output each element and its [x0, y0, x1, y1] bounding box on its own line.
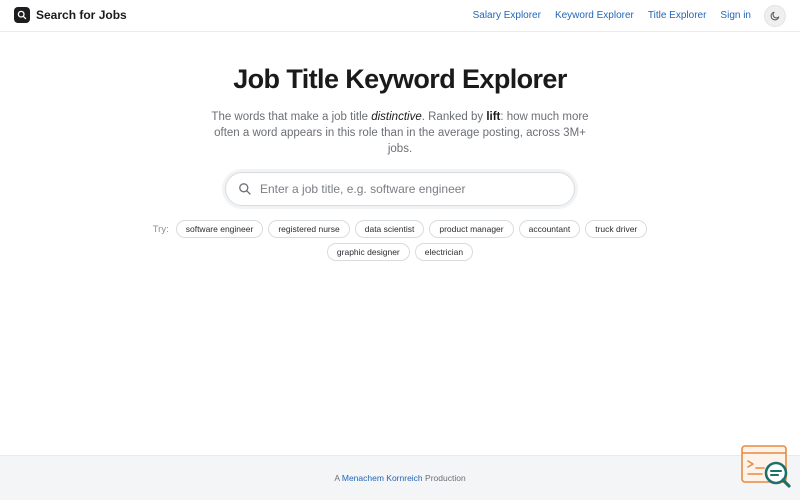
page-title: Job Title Keyword Explorer [233, 64, 567, 94]
site-logo-badge-icon[interactable] [740, 444, 792, 490]
brand-name: Search for Jobs [36, 8, 127, 22]
try-label: Try: [152, 223, 169, 235]
suggestion-chip-registered-nurse[interactable]: registered nurse [268, 220, 350, 238]
suggestion-chip-product-manager[interactable]: product manager [429, 220, 514, 238]
subtitle-text-1: The words that make a job title [211, 111, 372, 123]
footer-suffix: Production [422, 473, 466, 483]
nav-salary-explorer[interactable]: Salary Explorer [473, 5, 541, 27]
footer-prefix: A [334, 473, 342, 483]
main-nav: Salary Explorer Keyword Explorer Title E… [473, 5, 786, 27]
suggestion-chip-accountant[interactable]: accountant [518, 220, 581, 238]
search-icon [14, 7, 30, 23]
search-input[interactable] [260, 182, 560, 196]
suggestion-chip-truck-driver[interactable]: truck driver [585, 220, 648, 238]
suggestion-chip-data-scientist[interactable]: data scientist [354, 220, 425, 238]
author-link[interactable]: Menachem Kornreich [342, 473, 423, 483]
page-subtitle: The words that make a job title distinct… [210, 109, 590, 157]
footer: A Menachem Kornreich Production [0, 455, 800, 500]
nav-keyword-explorer[interactable]: Keyword Explorer [555, 5, 634, 27]
suggestion-chip-electrician[interactable]: electrician [414, 243, 474, 261]
search-icon [238, 182, 252, 196]
nav-title-explorer[interactable]: Title Explorer [648, 5, 707, 27]
suggestion-row: graphic designer electrician [0, 243, 800, 261]
suggestion-chip-graphic-designer[interactable]: graphic designer [326, 243, 410, 261]
moon-icon [770, 9, 781, 24]
suggestion-row: Try: software engineer registered nurse … [0, 220, 800, 238]
top-nav-bar: Search for Jobs Salary Explorer Keyword … [0, 0, 800, 32]
subtitle-emphasis: distinctive [371, 111, 422, 123]
job-title-search-box[interactable] [225, 172, 575, 206]
brand-link[interactable]: Search for Jobs [14, 7, 127, 23]
subtitle-strong: lift [486, 111, 501, 123]
theme-toggle-button[interactable] [764, 5, 786, 27]
sign-in-link[interactable]: Sign in [720, 5, 751, 27]
subtitle-text-2: . Ranked by [421, 111, 487, 123]
suggestion-chip-software-engineer[interactable]: software engineer [175, 220, 264, 238]
